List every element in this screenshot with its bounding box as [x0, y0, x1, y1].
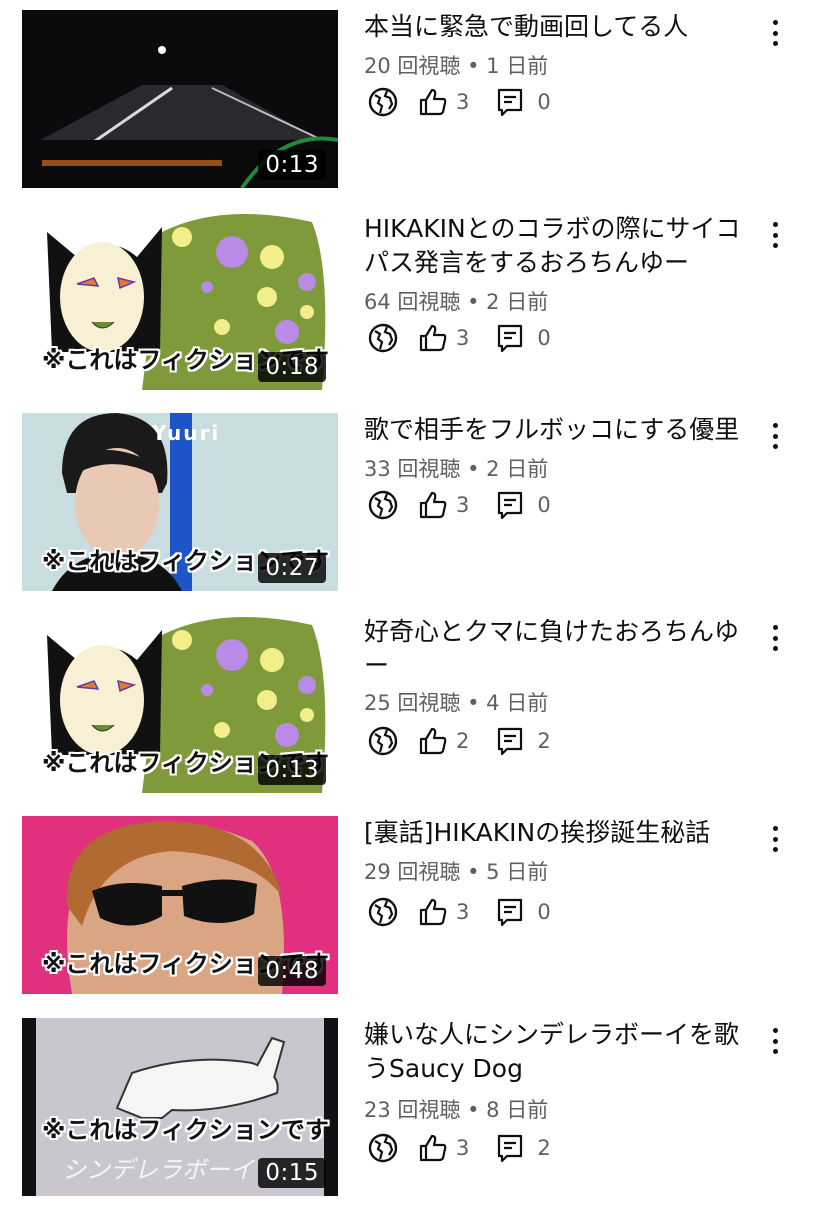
globe-icon [364, 83, 402, 121]
video-item[interactable]: ※これはフィクションです シンデレラボーイ 0:15 嫌いな人にシンデレラボーイ… [0, 1018, 816, 1208]
meta-separator: • [460, 1098, 487, 1122]
comment-count: 0 [537, 90, 551, 114]
comment-icon[interactable] [491, 83, 529, 121]
like-count: 3 [456, 326, 470, 350]
comment-icon[interactable] [491, 722, 529, 760]
video-actions: 3 0 [364, 892, 551, 932]
video-item[interactable]: ※これはフィクションです 0:13 好奇心とクマに負けたおろちんゆー 25 回視… [0, 615, 816, 805]
video-meta: 23 回視聴 • 8 日前 [364, 1094, 548, 1124]
artist-name-tag: Yuuri [152, 421, 221, 445]
video-meta: 33 回視聴 • 2 日前 [364, 453, 548, 483]
upload-age: 2 日前 [486, 290, 549, 314]
thumb-up-icon[interactable] [414, 893, 452, 931]
video-meta: 25 回視聴 • 4 日前 [364, 687, 548, 717]
globe-icon [364, 893, 402, 931]
duration-badge: 0:27 [258, 553, 326, 583]
view-count: 20 回視聴 [364, 54, 461, 78]
video-thumbnail[interactable]: ※これはフィクションです シンデレラボーイ 0:15 [22, 1018, 338, 1196]
comment-icon[interactable] [491, 486, 529, 524]
video-actions: 3 0 [364, 485, 551, 525]
view-count: 64 回視聴 [364, 290, 461, 314]
video-thumbnail[interactable]: ※これはフィクションです 0:18 [22, 212, 338, 390]
meta-separator: • [460, 860, 487, 884]
thumbnail-song-title: シンデレラボーイ [62, 1156, 254, 1184]
globe-icon [364, 319, 402, 357]
upload-age: 1 日前 [486, 54, 549, 78]
video-thumbnail[interactable]: 0:13 [22, 10, 338, 188]
comment-count: 2 [537, 729, 551, 753]
meta-separator: • [460, 54, 487, 78]
comment-count: 2 [537, 1136, 551, 1160]
video-actions: 3 2 [364, 1128, 551, 1168]
video-title[interactable]: [裏話]HIKAKINの挨拶誕生秘話 [364, 816, 759, 850]
video-item[interactable]: Yuuri ※これはフィクションです 0:27 歌で相手をフルボッコにする優里 … [0, 413, 816, 603]
meta-separator: • [460, 290, 487, 314]
more-vert-icon[interactable] [766, 16, 784, 50]
video-thumbnail[interactable]: ※これはフィクションです 0:13 [22, 615, 338, 793]
video-thumbnail[interactable]: ※これはフィクションです 0:48 [22, 816, 338, 994]
video-title[interactable]: HIKAKINとのコラボの際にサイコパス発言をするおろちんゆー [364, 212, 759, 280]
video-actions: 3 0 [364, 82, 551, 122]
fiction-caption: ※これはフィクションです [42, 1116, 329, 1144]
comment-icon[interactable] [491, 1129, 529, 1167]
video-actions: 3 0 [364, 318, 551, 358]
duration-badge: 0:15 [258, 1158, 326, 1188]
like-count: 3 [456, 90, 470, 114]
more-vert-icon[interactable] [766, 1024, 784, 1058]
like-count: 3 [456, 493, 470, 517]
more-vert-icon[interactable] [766, 822, 784, 856]
upload-age: 8 日前 [486, 1098, 549, 1122]
video-item[interactable]: ※これはフィクションです 0:48 [裏話]HIKAKINの挨拶誕生秘話 29 … [0, 816, 816, 1006]
like-count: 3 [456, 900, 470, 924]
video-item[interactable]: ※これはフィクションです 0:18 HIKAKINとのコラボの際にサイコパス発言… [0, 212, 816, 402]
comment-count: 0 [537, 900, 551, 924]
view-count: 33 回視聴 [364, 457, 461, 481]
thumb-up-icon[interactable] [414, 722, 452, 760]
comment-icon[interactable] [491, 319, 529, 357]
comment-icon[interactable] [491, 893, 529, 931]
globe-icon [364, 1129, 402, 1167]
thumb-up-icon[interactable] [414, 1129, 452, 1167]
thumb-up-icon[interactable] [414, 486, 452, 524]
view-count: 25 回視聴 [364, 691, 461, 715]
video-meta: 64 回視聴 • 2 日前 [364, 286, 548, 316]
video-actions: 2 2 [364, 721, 551, 761]
comment-count: 0 [537, 493, 551, 517]
globe-icon [364, 486, 402, 524]
like-count: 3 [456, 1136, 470, 1160]
video-title[interactable]: 好奇心とクマに負けたおろちんゆー [364, 615, 759, 683]
duration-badge: 0:48 [258, 956, 326, 986]
video-thumbnail[interactable]: Yuuri ※これはフィクションです 0:27 [22, 413, 338, 591]
video-title[interactable]: 本当に緊急で動画回してる人 [364, 10, 759, 44]
meta-separator: • [460, 691, 487, 715]
video-meta: 20 回視聴 • 1 日前 [364, 50, 548, 80]
globe-icon [364, 722, 402, 760]
video-title[interactable]: 嫌いな人にシンデレラボーイを歌うSaucy Dog [364, 1018, 759, 1086]
duration-badge: 0:18 [258, 352, 326, 382]
upload-age: 5 日前 [486, 860, 549, 884]
duration-badge: 0:13 [258, 150, 326, 180]
upload-age: 4 日前 [486, 691, 549, 715]
view-count: 29 回視聴 [364, 860, 461, 884]
video-title[interactable]: 歌で相手をフルボッコにする優里 [364, 413, 759, 447]
like-count: 2 [456, 729, 470, 753]
video-meta: 29 回視聴 • 5 日前 [364, 856, 548, 886]
meta-separator: • [460, 457, 487, 481]
view-count: 23 回視聴 [364, 1098, 461, 1122]
thumb-up-icon[interactable] [414, 83, 452, 121]
duration-badge: 0:13 [258, 755, 326, 785]
video-item[interactable]: 0:13 本当に緊急で動画回してる人 20 回視聴 • 1 日前 3 0 [0, 10, 816, 200]
more-vert-icon[interactable] [766, 419, 784, 453]
comment-count: 0 [537, 326, 551, 350]
thumb-up-icon[interactable] [414, 319, 452, 357]
upload-age: 2 日前 [486, 457, 549, 481]
more-vert-icon[interactable] [766, 621, 784, 655]
more-vert-icon[interactable] [766, 218, 784, 252]
